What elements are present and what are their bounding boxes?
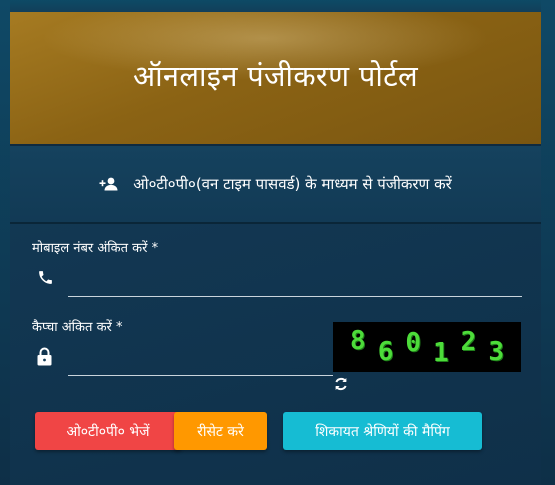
- background-strip-top: [0, 0, 555, 12]
- captcha-image: 8 6 0 1 2 3: [333, 322, 521, 372]
- background-strip-left: [0, 0, 10, 485]
- registration-panel: ऑनलाइन पंजीकरण पोर्टल ओ०टी०पी०(वन टाइम प…: [10, 12, 541, 485]
- captcha-label: कैप्चा अंकित करें *: [32, 320, 123, 335]
- subtitle-text: ओ०टी०पी०(वन टाइम पासवर्ड) के माध्यम से प…: [133, 175, 452, 193]
- captcha-digit: 6: [377, 337, 394, 367]
- reset-button[interactable]: रीसेट करे: [174, 412, 267, 450]
- mobile-number-input[interactable]: [68, 296, 522, 297]
- captcha-input[interactable]: [68, 375, 333, 376]
- background-strip-right: [541, 0, 555, 485]
- captcha-digit: 0: [405, 328, 421, 358]
- mobile-label: मोबाइल नंबर अंकित करें *: [32, 241, 159, 256]
- captcha-digit: 8: [350, 326, 366, 356]
- otp-registration-heading: ओ०टी०पी०(वन टाइम पासवर्ड) के माध्यम से प…: [10, 146, 541, 224]
- send-otp-button[interactable]: ओ०टी०पी० भेजें: [35, 412, 181, 450]
- captcha-digit: 3: [488, 337, 504, 367]
- page-title: ऑनलाइन पंजीकरण पोर्टल: [132, 59, 419, 93]
- lock-icon: [37, 347, 52, 370]
- captcha-digit: 1: [433, 338, 449, 368]
- phone-icon: [37, 269, 54, 290]
- refresh-icon[interactable]: [333, 376, 349, 396]
- complaint-category-mapping-button[interactable]: शिकायत श्रेणियों की मैपिंग: [283, 412, 482, 450]
- header-banner: ऑनलाइन पंजीकरण पोर्टल: [10, 12, 541, 146]
- captcha-digit: 2: [460, 327, 477, 357]
- add-user-icon: [99, 177, 119, 191]
